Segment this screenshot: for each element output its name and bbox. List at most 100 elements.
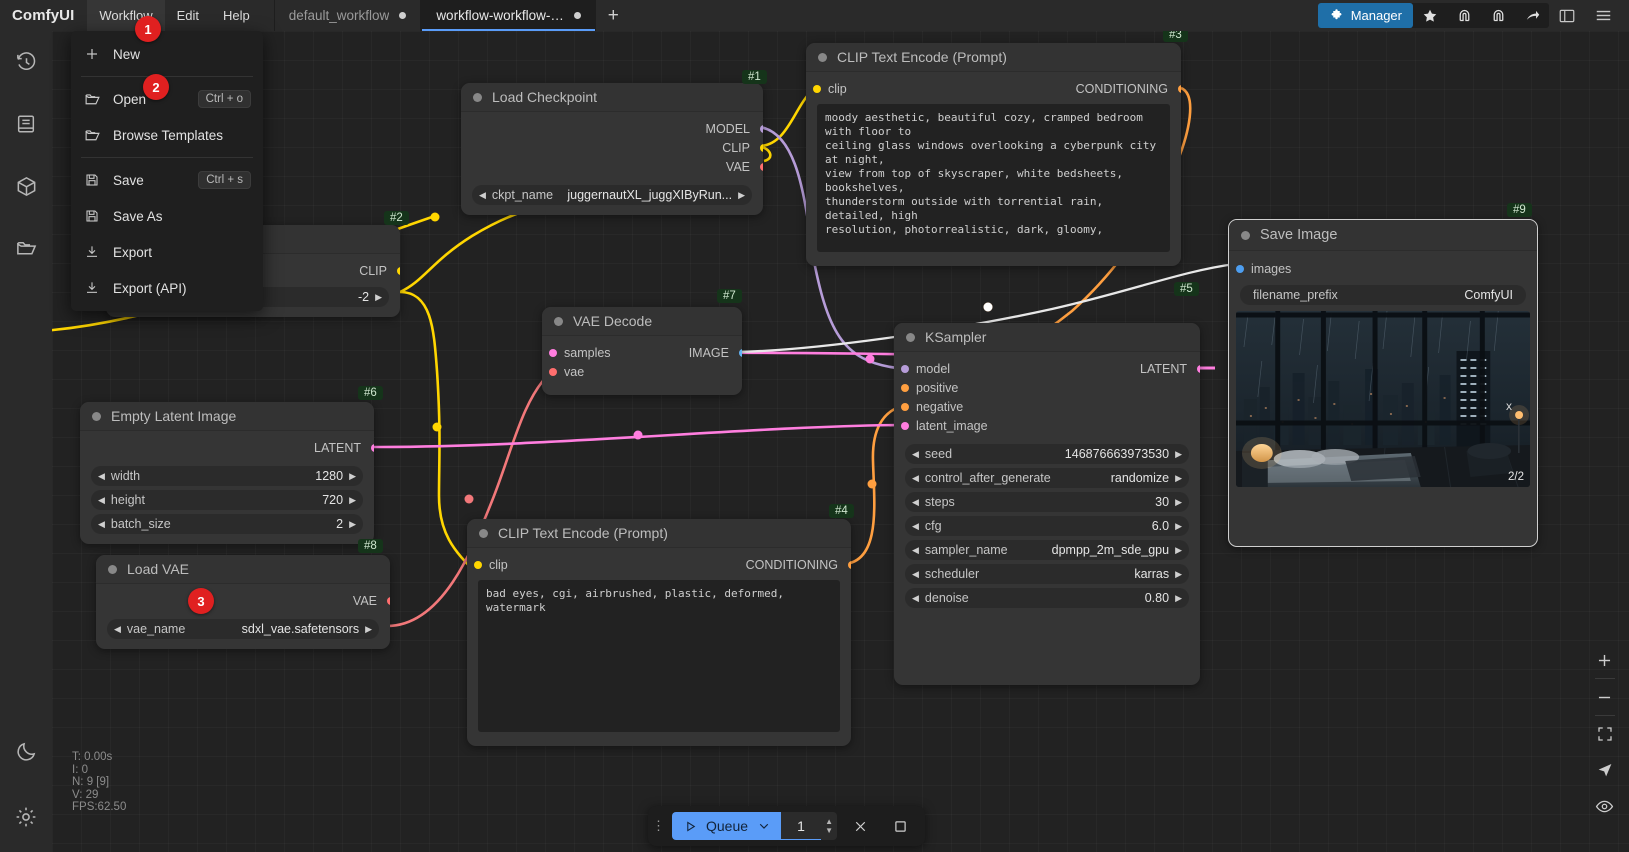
clear-queue-button[interactable] <box>843 812 877 840</box>
sidebar-item-queue-history[interactable] <box>0 31 52 93</box>
widget-control-after-generate[interactable]: ◀ control_after_generate randomize ▶ <box>905 468 1189 488</box>
share-button[interactable] <box>1515 3 1549 28</box>
port-row-clip[interactable]: clip CONDITIONING <box>806 79 1181 98</box>
output-image-preview[interactable]: x 2/2 <box>1236 311 1530 487</box>
output-port-vae[interactable]: VAE <box>96 591 390 610</box>
decrement-arrow-icon[interactable]: ◀ <box>912 545 919 555</box>
output-port-clip[interactable]: CLIP <box>461 138 763 157</box>
interrupt-button[interactable] <box>883 812 917 840</box>
collapse-dot-icon[interactable] <box>818 52 827 62</box>
increment-arrow-icon[interactable]: ▶ <box>1175 473 1182 483</box>
output-port-vae[interactable]: VAE <box>461 157 763 176</box>
zoom-out-button[interactable] <box>1588 679 1621 715</box>
input-port-clip[interactable]: clip <box>813 82 847 96</box>
input-port-images[interactable]: images <box>1236 262 1291 276</box>
image-close-icon[interactable]: x <box>1506 399 1512 413</box>
menu-item-save-as[interactable]: Save As <box>71 198 263 234</box>
increment-arrow-icon[interactable]: ▶ <box>738 190 745 200</box>
prompt-textarea[interactable]: bad eyes, cgi, airbrushed, plastic, defo… <box>478 580 840 732</box>
conditioning-port-dot[interactable] <box>901 402 909 411</box>
widget-width[interactable]: ◀ width 1280 ▶ <box>91 466 363 486</box>
widget-filename-prefix[interactable]: filename_prefix ComfyUI <box>1240 285 1526 305</box>
unsaved-dot-icon[interactable] <box>399 12 407 19</box>
node-title-bar[interactable]: Load Checkpoint <box>461 83 763 112</box>
output-port-model[interactable]: MODEL <box>461 119 763 138</box>
magnet-snap-off-button[interactable] <box>1481 3 1515 28</box>
clip-port-dot[interactable] <box>813 84 821 93</box>
sidebar-item-node-library[interactable] <box>0 93 52 155</box>
input-port-positive[interactable]: positive <box>901 381 958 395</box>
vae-port-dot[interactable] <box>386 597 390 605</box>
menu-item-browse-templates[interactable]: Browse Templates <box>71 117 263 153</box>
increment-arrow-icon[interactable]: ▶ <box>349 471 356 481</box>
input-port-vae[interactable]: vae <box>549 365 584 379</box>
sidebar-item-settings[interactable] <box>0 782 52 852</box>
increment-arrow-icon[interactable]: ▶ <box>349 495 356 505</box>
port-row-negative[interactable]: negative <box>894 397 1200 416</box>
node-clip-text-encode-negative[interactable]: CLIP Text Encode (Prompt) clip CONDITION… <box>467 519 851 746</box>
increment-arrow-icon[interactable]: ▶ <box>1175 497 1182 507</box>
unsaved-dot-icon[interactable] <box>574 12 582 19</box>
drag-handle[interactable]: ⋮ <box>652 818 666 834</box>
latent-port-dot[interactable] <box>549 348 557 357</box>
batch-count-input[interactable]: 1 <box>781 812 822 840</box>
increment-arrow-icon[interactable]: ▶ <box>1175 521 1182 531</box>
input-port-negative[interactable]: negative <box>901 400 963 414</box>
collapse-dot-icon[interactable] <box>108 564 117 574</box>
increment-arrow-icon[interactable]: ▶ <box>1175 569 1182 579</box>
visibility-toggle-button[interactable] <box>1588 788 1621 824</box>
port-row-model[interactable]: model LATENT <box>894 359 1200 378</box>
widget-ckpt-name[interactable]: ◀ ckpt_name juggernautXL_juggXIByRun... … <box>472 185 752 205</box>
node-clip-text-encode-positive[interactable]: CLIP Text Encode (Prompt) clip CONDITION… <box>806 43 1181 266</box>
decrement-arrow-icon[interactable]: ◀ <box>114 624 121 634</box>
clip-port-dot[interactable] <box>474 560 482 569</box>
decrement-arrow-icon[interactable]: ◀ <box>912 449 919 459</box>
collapse-dot-icon[interactable] <box>906 332 915 342</box>
tab-workflow-1[interactable]: workflow-workflow-1-r... <box>421 0 597 31</box>
increment-arrow-icon[interactable]: ▶ <box>1175 449 1182 459</box>
increment-arrow-icon[interactable]: ▶ <box>375 292 382 302</box>
graph-canvas[interactable]: #1 Load Checkpoint MODEL CLIP VAE ◀ ckpt… <box>52 31 1629 852</box>
widget-scheduler[interactable]: ◀ scheduler karras ▶ <box>905 564 1189 584</box>
widget-steps[interactable]: ◀ steps 30 ▶ <box>905 492 1189 512</box>
widget-height[interactable]: ◀ height 720 ▶ <box>91 490 363 510</box>
node-load-vae[interactable]: Load VAE VAE ◀ vae_name sdxl_vae.safetens… <box>96 555 390 649</box>
pan-mode-button[interactable] <box>1588 752 1621 788</box>
collapse-dot-icon[interactable] <box>473 92 482 102</box>
conditioning-port-dot[interactable] <box>847 561 851 569</box>
clip-port-dot[interactable] <box>759 144 763 152</box>
node-title-bar[interactable]: Save Image <box>1229 220 1537 251</box>
collapse-dot-icon[interactable] <box>479 528 488 538</box>
image-port-dot[interactable] <box>738 349 742 357</box>
image-port-dot[interactable] <box>1236 264 1244 273</box>
favorites-button[interactable] <box>1413 3 1447 28</box>
input-port-samples[interactable]: samples <box>549 346 611 360</box>
port-row-positive[interactable]: positive <box>894 378 1200 397</box>
port-row-latent-image[interactable]: latent_image <box>894 416 1200 435</box>
widget-seed[interactable]: ◀ seed 146876663973530 ▶ <box>905 444 1189 464</box>
node-ksampler[interactable]: KSampler model LATENT positive negative … <box>894 323 1200 685</box>
increment-arrow-icon[interactable]: ▶ <box>349 519 356 529</box>
decrement-arrow-icon[interactable]: ◀ <box>98 519 105 529</box>
node-title-bar[interactable]: CLIP Text Encode (Prompt) <box>467 519 851 548</box>
widget-denoise[interactable]: ◀ denoise 0.80 ▶ <box>905 588 1189 608</box>
output-port-latent[interactable]: LATENT <box>80 438 374 457</box>
node-title-bar[interactable]: Load VAE <box>96 555 390 584</box>
widget-cfg[interactable]: ◀ cfg 6.0 ▶ <box>905 516 1189 536</box>
input-port-clip[interactable]: clip <box>474 558 508 572</box>
collapse-dot-icon[interactable] <box>1241 230 1250 240</box>
conditioning-port-dot[interactable] <box>901 383 909 392</box>
vae-port-dot[interactable] <box>549 367 557 376</box>
increment-arrow-icon[interactable]: ▶ <box>1175 593 1182 603</box>
decrement-arrow-icon[interactable]: ◀ <box>479 190 486 200</box>
node-title-bar[interactable]: VAE Decode <box>542 307 742 336</box>
input-port-model[interactable]: model <box>901 362 950 376</box>
decrement-arrow-icon[interactable]: ◀ <box>98 471 105 481</box>
batch-count-stepper[interactable]: ▲ ▼ <box>821 812 838 840</box>
prompt-textarea[interactable]: moody aesthetic, beautiful cozy, cramped… <box>817 104 1170 252</box>
node-title-bar[interactable]: CLIP Text Encode (Prompt) <box>806 43 1181 72</box>
manager-button[interactable]: Manager <box>1317 3 1413 28</box>
latent-port-dot[interactable] <box>370 444 374 452</box>
latent-port-dot[interactable] <box>1196 365 1200 373</box>
port-row-samples[interactable]: samples IMAGE <box>542 343 742 362</box>
